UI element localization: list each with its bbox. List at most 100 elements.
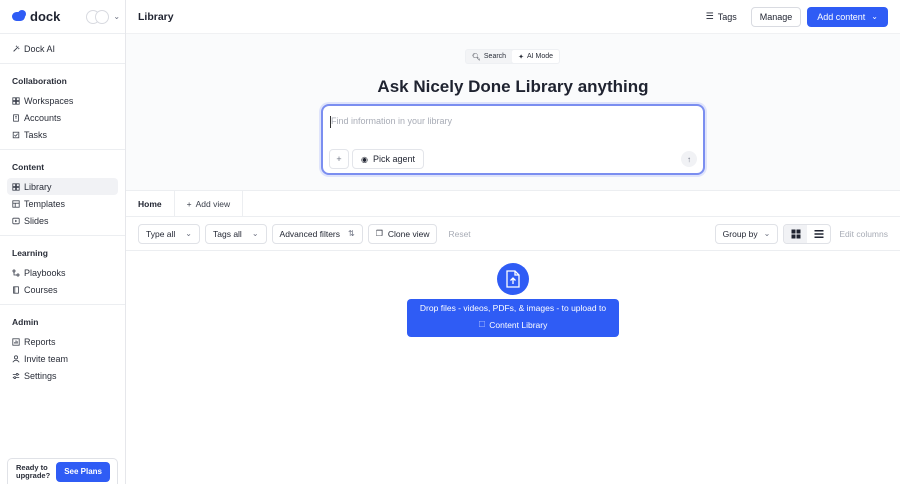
sidebar-item-library[interactable]: Library bbox=[7, 178, 118, 195]
checkbox-icon bbox=[12, 131, 20, 139]
sidebar-item-label: Reports bbox=[24, 336, 56, 347]
tab-home[interactable]: Home bbox=[126, 191, 174, 216]
pick-agent-button[interactable]: ◉ Pick agent bbox=[352, 149, 425, 169]
sidebar-heading: Admin bbox=[12, 317, 39, 327]
chevron-down-icon: ⌄ bbox=[871, 12, 878, 21]
book-icon bbox=[12, 285, 20, 294]
edit-columns-button[interactable]: Edit columns bbox=[839, 229, 888, 239]
sidebar-top-section: Dock AI bbox=[0, 34, 125, 64]
upgrade-card: Ready to upgrade? See Plans bbox=[7, 458, 118, 484]
view-tabs: Home + Add view bbox=[126, 191, 900, 217]
dock-logo[interactable]: dock bbox=[12, 9, 60, 24]
upgrade-text: Ready to upgrade? bbox=[16, 462, 51, 480]
sidebar-heading: Content bbox=[12, 162, 45, 172]
see-plans-button[interactable]: See Plans bbox=[56, 461, 110, 482]
group-by-label: Group by bbox=[722, 228, 758, 239]
agent-icon: ◉ bbox=[361, 154, 368, 164]
advanced-filters-label: Advanced filters bbox=[279, 228, 341, 239]
library-icon: 🗆︎ bbox=[478, 319, 486, 329]
grid-icon bbox=[12, 182, 20, 191]
attach-button[interactable]: + bbox=[329, 149, 349, 169]
dock-logo-icon bbox=[12, 10, 26, 21]
sidebar-section-learning: Learning Playbooks Courses bbox=[0, 236, 125, 305]
sidebar-section-admin: Admin Reports Invite team Settings bbox=[0, 305, 125, 390]
playbook-icon bbox=[12, 269, 20, 277]
search-mode-toggle: 🔍︎ Search ✦ AI Mode bbox=[465, 49, 561, 64]
mode-search-label: Search bbox=[483, 53, 507, 60]
clone-view-button[interactable]: ❐ Clone view bbox=[367, 223, 438, 244]
grid-icon bbox=[791, 229, 801, 238]
dropzone-target-label: Content Library bbox=[489, 320, 548, 330]
sidebar-section-collaboration: Collaboration Workspaces Accounts Tasks bbox=[0, 64, 125, 150]
sparkle-icon bbox=[12, 44, 20, 53]
sidebar-heading: Learning bbox=[12, 248, 48, 258]
sidebar-item-tasks[interactable]: Tasks bbox=[7, 126, 118, 143]
sparkle-icon: ✦ bbox=[518, 53, 524, 61]
sidebar-item-invite-team[interactable]: Invite team bbox=[7, 350, 118, 367]
tags-filter-label: Tags all bbox=[213, 228, 242, 239]
filter-bar: Type all ⌄ Tags all ⌄ Advanced filters ⇅… bbox=[126, 217, 900, 251]
tags-filter-dropdown[interactable]: Tags all ⌄ bbox=[205, 223, 267, 244]
mode-search-button[interactable]: 🔍︎ Search bbox=[466, 50, 513, 63]
sidebar-item-label: Courses bbox=[24, 284, 58, 295]
sidebar-item-playbooks[interactable]: Playbooks bbox=[7, 264, 118, 281]
sidebar-item-label: Invite team bbox=[24, 353, 69, 364]
plus-icon: + bbox=[336, 154, 342, 164]
send-button[interactable]: ↑ bbox=[681, 151, 697, 167]
template-icon bbox=[12, 199, 20, 208]
mode-ai-label: AI Mode bbox=[526, 53, 554, 60]
sidebar-item-templates[interactable]: Templates bbox=[7, 195, 118, 212]
grid-view-button[interactable] bbox=[784, 224, 808, 243]
sidebar-section-content: Content Library Templates Slides bbox=[0, 150, 125, 236]
top-bar: Library ☰ Tags Manage Add content ⌄ bbox=[126, 0, 900, 34]
dropzone-text: Drop files - videos, PDFs, & images - to… bbox=[419, 303, 607, 313]
chevron-down-icon: ⌄ bbox=[185, 229, 192, 238]
sidebar-item-dock-ai[interactable]: Dock AI bbox=[7, 40, 118, 57]
grid-icon bbox=[12, 96, 20, 105]
sidebar-item-accounts[interactable]: Accounts bbox=[7, 109, 118, 126]
search-icon: 🔍︎ bbox=[472, 53, 481, 61]
clone-view-label: Clone view bbox=[387, 228, 430, 239]
type-filter-label: Type all bbox=[146, 228, 176, 239]
sidebar-item-reports[interactable]: Reports bbox=[7, 333, 118, 350]
mode-ai-button[interactable]: ✦ AI Mode bbox=[512, 50, 560, 63]
building-icon bbox=[12, 113, 20, 122]
sidebar-item-slides[interactable]: Slides bbox=[7, 212, 118, 229]
list-view-button[interactable] bbox=[807, 225, 830, 243]
tags-button[interactable]: ☰ Tags bbox=[698, 7, 745, 27]
chevron-down-icon: ⌄ bbox=[113, 12, 121, 21]
reset-button[interactable]: Reset bbox=[442, 224, 476, 244]
brand-name: dock bbox=[30, 9, 61, 24]
advanced-filters-button[interactable]: Advanced filters ⇅ bbox=[271, 223, 363, 244]
add-content-button[interactable]: Add content ⌄ bbox=[807, 6, 888, 27]
brand-bar: dock ⌄ bbox=[0, 0, 125, 34]
ask-box: + ◉ Pick agent ↑ bbox=[321, 104, 705, 175]
sliders-icon bbox=[12, 372, 20, 380]
hero-title: Ask Nicely Done Library anything bbox=[377, 77, 649, 96]
chart-icon bbox=[12, 337, 20, 346]
sidebar: dock ⌄ Dock AI Collaboration Workspaces … bbox=[0, 0, 126, 484]
ask-hero: 🔍︎ Search ✦ AI Mode Ask Nicely Done Libr… bbox=[126, 34, 900, 191]
users-icon bbox=[12, 354, 20, 363]
add-view-button[interactable]: + Add view bbox=[173, 191, 244, 216]
chevron-down-icon: ⌄ bbox=[251, 229, 259, 238]
pick-agent-label: Pick agent bbox=[372, 154, 416, 164]
workspace-switcher[interactable]: ⌄ bbox=[86, 9, 121, 24]
workspace-avatar-icon bbox=[95, 9, 110, 24]
ask-input[interactable] bbox=[331, 116, 691, 126]
sidebar-item-label: Tasks bbox=[24, 129, 48, 140]
sidebar-item-label: Slides bbox=[24, 215, 49, 226]
sidebar-item-settings[interactable]: Settings bbox=[7, 367, 118, 384]
copy-icon: ❐ bbox=[375, 229, 383, 238]
list-icon bbox=[814, 229, 824, 238]
sidebar-item-courses[interactable]: Courses bbox=[7, 281, 118, 298]
sidebar-item-label: Dock AI bbox=[24, 43, 56, 54]
list-icon: ☰ bbox=[705, 11, 714, 21]
type-filter-dropdown[interactable]: Type all ⌄ bbox=[138, 223, 200, 244]
tags-label: Tags bbox=[717, 11, 737, 22]
manage-button[interactable]: Manage bbox=[750, 6, 802, 27]
sidebar-item-workspaces[interactable]: Workspaces bbox=[7, 92, 118, 109]
group-by-dropdown[interactable]: Group by ⌄ bbox=[714, 223, 779, 244]
sidebar-item-label: Templates bbox=[24, 198, 66, 209]
dropzone[interactable]: Drop files - videos, PDFs, & images - to… bbox=[407, 299, 619, 337]
